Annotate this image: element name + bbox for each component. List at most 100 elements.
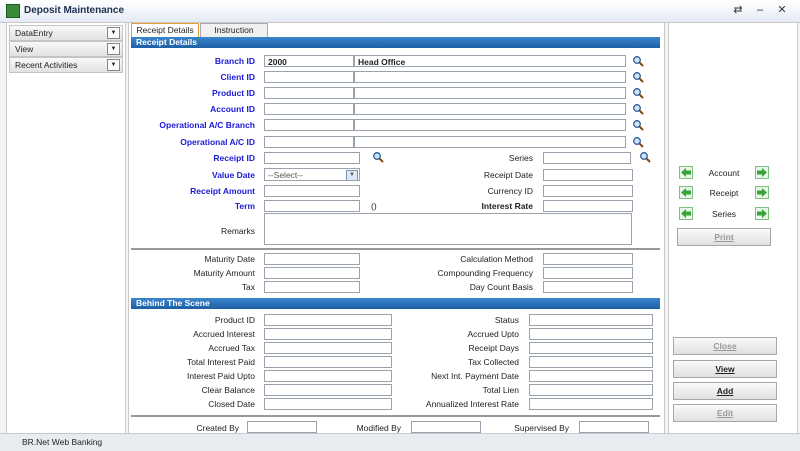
close-window-icon[interactable]: ✕ [774,3,790,18]
op-branch-name-input[interactable] [354,119,626,131]
nav-view-label: View [15,44,34,54]
main-panel: Receipt Details Instruction Receipt Deta… [128,22,665,434]
next-account-icon[interactable] [755,166,769,179]
search-icon[interactable] [632,87,644,99]
chevron-down-icon[interactable]: ▼ [107,27,120,39]
remarks-textarea[interactable] [264,213,632,245]
annualized-rate-input[interactable] [529,398,653,410]
next-receipt-icon[interactable] [755,186,769,199]
total-interest-paid-input[interactable] [264,356,392,368]
add-button[interactable]: Add [673,382,777,400]
previous-account-icon[interactable] [679,166,693,179]
receipt-id-label: Receipt ID [213,153,255,163]
annualized-rate-label: Annualized Interest Rate [425,399,519,409]
compounding-input[interactable] [543,267,633,279]
view-button[interactable]: View [673,360,777,378]
accrued-upto-label: Accrued Upto [467,329,520,339]
maturity-amount-input[interactable] [264,267,360,279]
title-bar: Deposit Maintenance ⇄ – ✕ [0,0,800,23]
accrued-interest-input[interactable] [264,328,392,340]
op-ac-input[interactable] [264,136,354,148]
accrued-upto-input[interactable] [529,328,653,340]
receipt-date-input[interactable] [543,169,633,181]
minimize-icon[interactable]: – [752,3,768,18]
status-input[interactable] [529,314,653,326]
nav-recent-activities[interactable]: Recent Activities ▼ [9,57,123,73]
app-icon [6,4,20,18]
branch-name-input[interactable]: Head Office [354,55,626,67]
next-series-icon[interactable] [755,207,769,220]
compounding-label: Compounding Frequency [437,268,533,278]
product-name-input[interactable] [354,87,626,99]
value-date-select[interactable]: --Select-- ▼ [264,168,360,181]
op-branch-input[interactable] [264,119,354,131]
tax-collected-input[interactable] [529,356,653,368]
right-panel: Account Receipt Series Print Close View … [668,22,798,434]
closed-date-input[interactable] [264,398,392,410]
series-input[interactable] [543,152,631,164]
chevron-down-icon[interactable]: ▼ [107,59,120,71]
tab-receipt-details[interactable]: Receipt Details [131,23,199,37]
interest-paid-upto-input[interactable] [264,370,392,382]
client-id-input[interactable] [264,71,354,83]
op-ac-name-input[interactable] [354,136,626,148]
account-id-input[interactable] [264,103,354,115]
product-id-input[interactable] [264,87,354,99]
previous-receipt-icon[interactable] [679,186,693,199]
interest-rate-input[interactable] [543,200,633,212]
total-lien-input[interactable] [529,384,653,396]
restore-icon[interactable]: ⇄ [730,3,746,18]
account-name-input[interactable] [354,103,626,115]
created-by-input[interactable] [247,421,317,433]
search-icon[interactable] [632,71,644,83]
receipt-id-input[interactable] [264,152,360,164]
receipt-days-label: Receipt Days [468,343,519,353]
receipt-amount-label: Receipt Amount [190,186,255,196]
print-button[interactable]: Print [677,228,771,246]
receipt-nav-label: Receipt [709,188,739,198]
search-icon[interactable] [372,151,384,163]
calc-method-input[interactable] [543,253,633,265]
maturity-date-input[interactable] [264,253,360,265]
nav-dataentry[interactable]: DataEntry ▼ [9,25,123,41]
accrued-tax-label: Accrued Tax [208,343,255,353]
nav-view[interactable]: View ▼ [9,41,123,57]
receipt-amount-input[interactable] [264,185,360,197]
search-icon[interactable] [639,151,651,163]
day-count-input[interactable] [543,281,633,293]
clear-balance-input[interactable] [264,384,392,396]
receipt-days-input[interactable] [529,342,653,354]
search-icon[interactable] [632,119,644,131]
maturity-amount-label: Maturity Amount [193,268,255,278]
supervised-by-input[interactable] [579,421,649,433]
value-date-select-text: --Select-- [268,170,303,180]
currency-id-input[interactable] [543,185,633,197]
previous-series-icon[interactable] [679,207,693,220]
tax-input[interactable] [264,281,360,293]
chevron-down-icon[interactable]: ▼ [107,43,120,55]
search-icon[interactable] [632,103,644,115]
term-label: Term [234,201,255,211]
chevron-down-icon[interactable]: ▼ [346,170,358,180]
search-icon[interactable] [632,55,644,67]
bts-product-id-input[interactable] [264,314,392,326]
term-input[interactable] [264,200,360,212]
search-icon[interactable] [632,136,644,148]
edit-button[interactable]: Edit [673,404,777,422]
branch-id-input[interactable]: 2000 [264,55,354,67]
branch-id-label: Branch ID [214,56,255,66]
receipt-details-header: Receipt Details [131,37,660,48]
accrued-tax-input[interactable] [264,342,392,354]
close-button[interactable]: Close [673,337,777,355]
supervised-by-label: Supervised By [514,423,569,433]
next-int-payment-input[interactable] [529,370,653,382]
client-name-input[interactable] [354,71,626,83]
tax-label: Tax [241,282,255,292]
day-count-label: Day Count Basis [469,282,533,292]
total-interest-paid-label: Total Interest Paid [186,357,255,367]
divider [131,415,660,417]
receipt-date-label: Receipt Date [483,170,533,180]
tax-collected-label: Tax Collected [467,357,519,367]
tab-instruction[interactable]: Instruction [200,23,268,37]
modified-by-input[interactable] [411,421,481,433]
